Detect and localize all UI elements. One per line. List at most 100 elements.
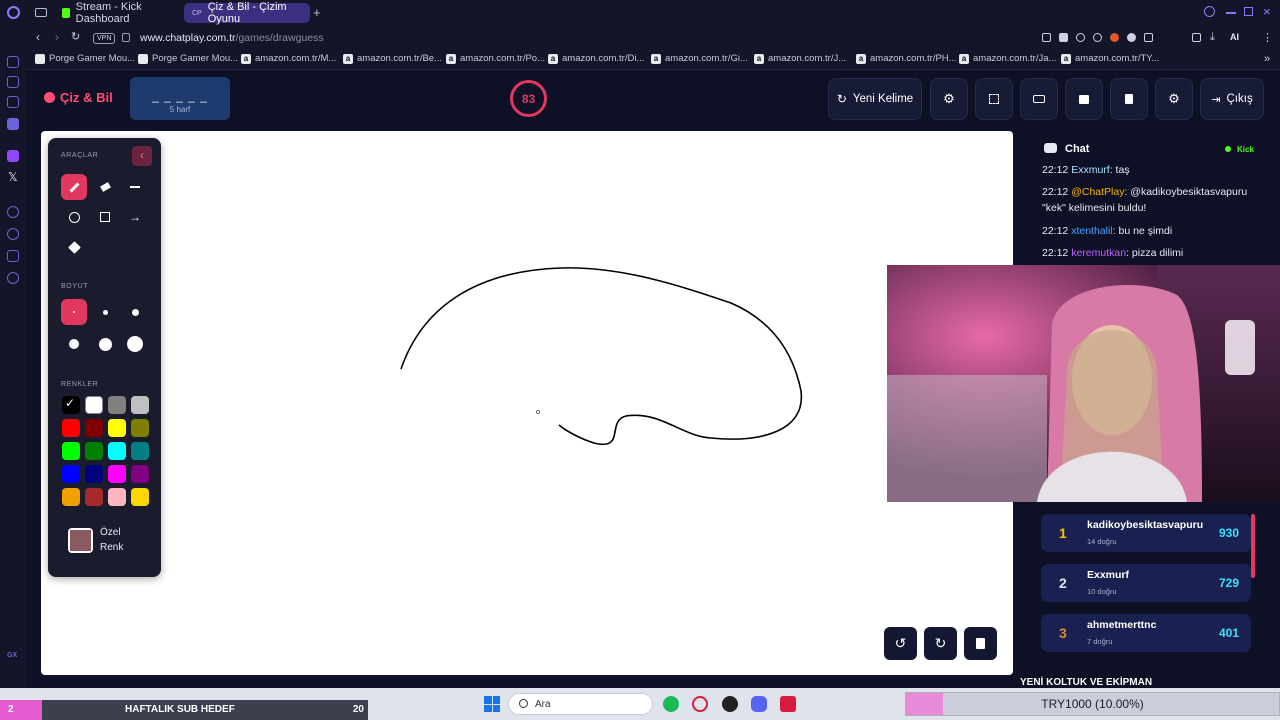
- x-twitter-icon[interactable]: 𝕏: [8, 170, 18, 184]
- reload-icon[interactable]: ↻: [71, 30, 80, 43]
- bookmark-item[interactable]: a amazon.com.tr/Di...: [548, 53, 644, 64]
- new-tab-icon[interactable]: +: [313, 5, 321, 20]
- brush-tool-button[interactable]: [61, 174, 87, 200]
- redo-button[interactable]: ↻: [924, 627, 957, 660]
- rectangle-tool-button[interactable]: [92, 204, 118, 230]
- color-swatch[interactable]: [131, 419, 149, 437]
- spotify-icon[interactable]: [663, 696, 679, 712]
- discord-icon[interactable]: [751, 696, 767, 712]
- close-window-icon[interactable]: ×: [1263, 4, 1271, 19]
- more-bookmarks-icon[interactable]: »: [1264, 53, 1270, 65]
- opera-gx-icon[interactable]: [692, 696, 708, 712]
- color-swatch[interactable]: [131, 488, 149, 506]
- back-icon[interactable]: ‹: [36, 30, 40, 44]
- wallet-icon[interactable]: [7, 96, 19, 108]
- keyboard-button[interactable]: [1020, 78, 1058, 120]
- size-option-3[interactable]: [122, 299, 148, 325]
- drawing-canvas[interactable]: [41, 131, 1013, 675]
- line-tool-button[interactable]: [122, 174, 148, 200]
- color-swatch[interactable]: [62, 488, 80, 506]
- clear-canvas-button[interactable]: [964, 627, 997, 660]
- app-icon[interactable]: [780, 696, 796, 712]
- fill-tool-button[interactable]: [61, 234, 87, 260]
- taskbar-search[interactable]: Ara: [508, 693, 653, 715]
- leaderboard-scrollbar[interactable]: [1251, 514, 1255, 578]
- color-swatch[interactable]: [85, 419, 103, 437]
- color-swatch[interactable]: [108, 419, 126, 437]
- bookmark-item[interactable]: a amazon.com.tr/Gi...: [651, 53, 748, 64]
- color-swatch[interactable]: [131, 465, 149, 483]
- custom-color-label[interactable]: Özel Renk: [100, 525, 123, 555]
- eraser-tool-button[interactable]: [92, 174, 118, 200]
- arrow-tool-button[interactable]: →: [122, 204, 148, 230]
- bookmark-item[interactable]: a amazon.com.tr/PH...: [856, 53, 957, 64]
- settings-icon[interactable]: [7, 272, 19, 284]
- size-option-6[interactable]: [122, 331, 148, 357]
- extension-icon[interactable]: [1110, 33, 1119, 42]
- extensions-icon[interactable]: [1144, 33, 1153, 42]
- size-option-5[interactable]: [92, 331, 118, 357]
- color-swatch[interactable]: [108, 442, 126, 460]
- color-swatch[interactable]: [62, 465, 80, 483]
- color-swatch[interactable]: [85, 465, 103, 483]
- exit-button[interactable]: ⇥ Çıkış: [1200, 78, 1264, 120]
- msg-user[interactable]: keremutkan: [1071, 247, 1126, 259]
- bookmark-item[interactable]: a amazon.com.tr/J...: [754, 53, 846, 64]
- circle-tool-button[interactable]: [61, 204, 87, 230]
- windows-start-icon[interactable]: [484, 696, 500, 712]
- player-icon[interactable]: [7, 206, 19, 218]
- color-swatch[interactable]: ✓: [62, 396, 80, 414]
- settings-gear-button[interactable]: ⚙: [930, 78, 968, 120]
- collapse-panel-button[interactable]: ‹: [132, 146, 152, 166]
- color-swatch[interactable]: [62, 419, 80, 437]
- color-swatch[interactable]: [85, 442, 103, 460]
- color-swatch[interactable]: [108, 396, 126, 414]
- undo-button[interactable]: ↺: [884, 627, 917, 660]
- bookmark-item[interactable]: a amazon.com.tr/Po...: [446, 53, 545, 64]
- fullscreen-button[interactable]: [975, 78, 1013, 120]
- bookmark-item[interactable]: Porge Gamer Mou...: [35, 53, 135, 64]
- tab-kick-dashboard[interactable]: Stream - Kick Dashboard: [54, 1, 178, 25]
- bookmark-item[interactable]: a amazon.com.tr/M...: [241, 53, 336, 64]
- vpn-badge[interactable]: VPN: [93, 33, 116, 44]
- twitch-icon[interactable]: [7, 150, 19, 162]
- app-logo[interactable]: Çiz & Bil: [44, 90, 113, 105]
- ai-button[interactable]: AI: [1230, 32, 1239, 42]
- url-field[interactable]: www.chatplay.com.tr/games/drawguess: [140, 32, 324, 44]
- gx-icon[interactable]: GX: [7, 652, 17, 659]
- download-icon[interactable]: ⤓: [1210, 31, 1215, 44]
- delete-button[interactable]: [1110, 78, 1148, 120]
- maximize-icon[interactable]: [1244, 7, 1253, 16]
- bookmark-item[interactable]: Porge Gamer Mou...: [138, 53, 238, 64]
- menu-icon[interactable]: ⋮: [1262, 31, 1273, 44]
- home-icon[interactable]: [7, 56, 19, 68]
- color-swatch[interactable]: [131, 442, 149, 460]
- size-option-4[interactable]: [61, 331, 87, 357]
- obs-icon[interactable]: [722, 696, 738, 712]
- history-icon[interactable]: [7, 228, 19, 240]
- easy-setup-icon[interactable]: [1192, 33, 1201, 42]
- shield-icon[interactable]: [1059, 33, 1068, 42]
- minimize-icon[interactable]: [1226, 12, 1236, 14]
- size-option-1[interactable]: [61, 299, 87, 325]
- color-swatch[interactable]: [62, 442, 80, 460]
- size-option-2[interactable]: [92, 299, 118, 325]
- color-swatch[interactable]: [108, 488, 126, 506]
- messenger-icon[interactable]: [7, 118, 19, 130]
- forward-icon[interactable]: ›: [55, 30, 59, 44]
- search-tabs-icon[interactable]: [1204, 6, 1215, 17]
- archive-button[interactable]: [1065, 78, 1103, 120]
- custom-color-swatch[interactable]: [68, 528, 93, 553]
- color-swatch[interactable]: [108, 465, 126, 483]
- msg-user[interactable]: Exxmurf: [1071, 164, 1110, 176]
- extension-icon[interactable]: [1127, 33, 1136, 42]
- bookmark-item[interactable]: a amazon.com.tr/Ja...: [959, 53, 1056, 64]
- bulb-icon[interactable]: [7, 250, 19, 262]
- opera-logo-icon[interactable]: [7, 6, 20, 19]
- tab-ciz-bil[interactable]: CP Çiz & Bil - Çizim Oyunu: [184, 1, 310, 25]
- bookmark-item[interactable]: a amazon.com.tr/TY...: [1061, 53, 1159, 64]
- new-word-button[interactable]: ↻ Yeni Kelime: [828, 78, 922, 120]
- options-button[interactable]: ⚙: [1155, 78, 1193, 120]
- color-swatch[interactable]: [85, 396, 103, 414]
- snapshot-icon[interactable]: [1042, 33, 1051, 42]
